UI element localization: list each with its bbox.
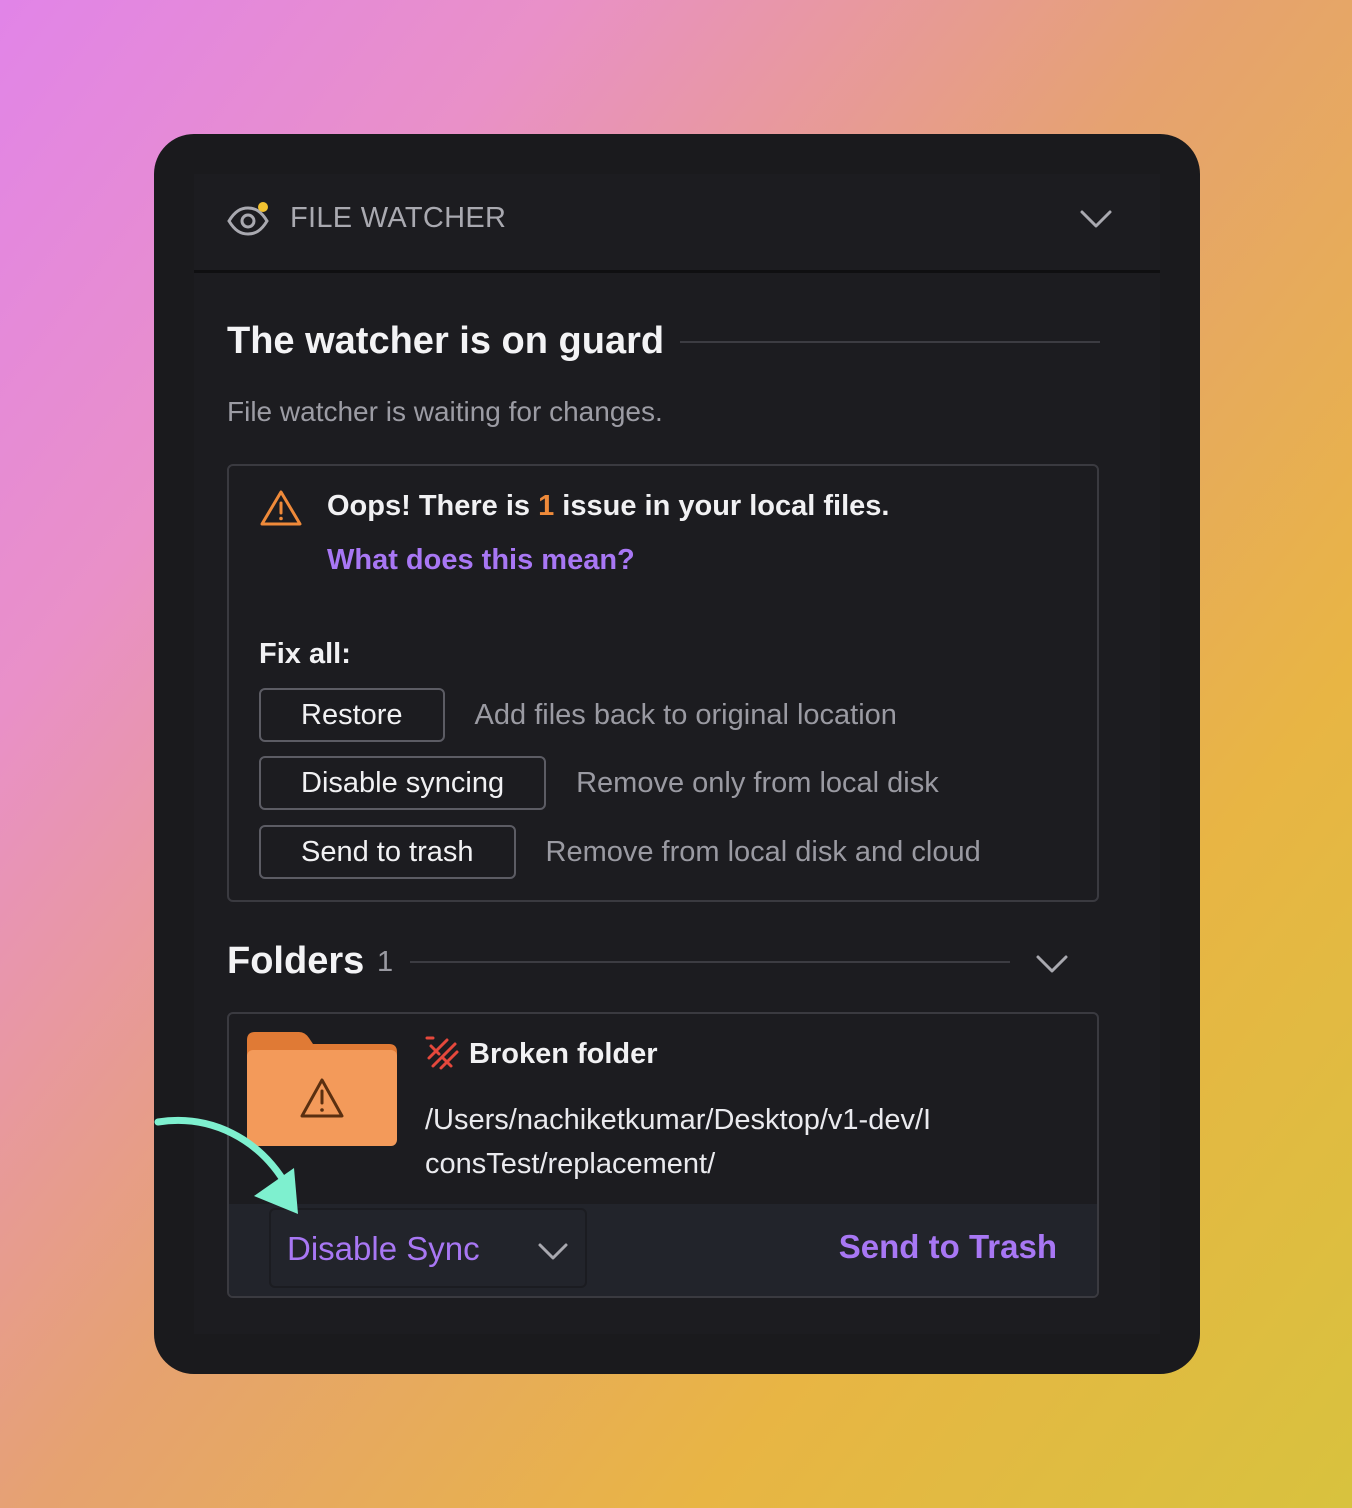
- disable-sync-label: Disable Sync: [287, 1230, 480, 1267]
- status-subtitle: File watcher is waiting for changes.: [227, 396, 663, 427]
- restore-button[interactable]: Restore: [259, 688, 445, 742]
- warning-icon: [260, 490, 302, 526]
- send-to-trash-link[interactable]: Send to Trash: [839, 1228, 1057, 1266]
- send-to-trash-description: Remove from local disk and cloud: [545, 835, 981, 868]
- restore-description: Add files back to original location: [474, 698, 897, 731]
- issue-message: Oops! There is 1 issue in your local fil…: [327, 490, 889, 523]
- header-title: FILE WATCHER: [290, 202, 507, 234]
- folders-title: Folders: [227, 940, 365, 982]
- divider: [680, 341, 1100, 343]
- folder-actions: Disable Sync Send to Trash: [229, 1204, 1097, 1296]
- issue-box: Oops! There is 1 issue in your local fil…: [227, 464, 1099, 902]
- help-link[interactable]: What does this mean?: [327, 544, 635, 577]
- folder-path: /Users/nachiketkumar/Desktop/v1-dev/Icon…: [425, 1104, 932, 1180]
- chevron-down-icon[interactable]: [1076, 202, 1116, 234]
- pointer-arrow-icon: [154, 1117, 298, 1214]
- panel-body: FILE WATCHER The watcher is on guard Fil…: [194, 174, 1160, 1334]
- folders-count: 1: [377, 946, 394, 978]
- disable-syncing-button[interactable]: Disable syncing: [259, 756, 547, 810]
- broken-link-icon: [425, 1036, 459, 1070]
- issue-count: 1: [538, 490, 555, 522]
- folder-name: Broken folder: [469, 1038, 658, 1070]
- status-title: The watcher is on guard: [227, 320, 665, 362]
- folder-card: Broken folder /Users/nachiketkumar/Deskt…: [227, 1012, 1099, 1298]
- disable-syncing-description: Remove only from local disk: [576, 766, 939, 799]
- fix-all-label: Fix all:: [259, 638, 351, 670]
- fix-row-restore: Restore Add files back to original locat…: [259, 686, 897, 744]
- panel-header[interactable]: FILE WATCHER: [194, 174, 1160, 273]
- issue-suffix: issue in your local files.: [554, 490, 890, 522]
- divider: [410, 961, 1010, 963]
- send-to-trash-button[interactable]: Send to trash: [259, 825, 516, 879]
- fix-row-send-to-trash: Send to trash Remove from local disk and…: [259, 823, 981, 881]
- chevron-down-icon: [538, 1243, 568, 1260]
- fix-row-disable-syncing: Disable syncing Remove only from local d…: [259, 754, 939, 812]
- background: FILE WATCHER The watcher is on guard Fil…: [0, 0, 1352, 1508]
- eye-icon: [227, 202, 269, 236]
- issue-prefix: Oops! There is: [327, 490, 539, 522]
- chevron-down-icon[interactable]: [1032, 947, 1072, 979]
